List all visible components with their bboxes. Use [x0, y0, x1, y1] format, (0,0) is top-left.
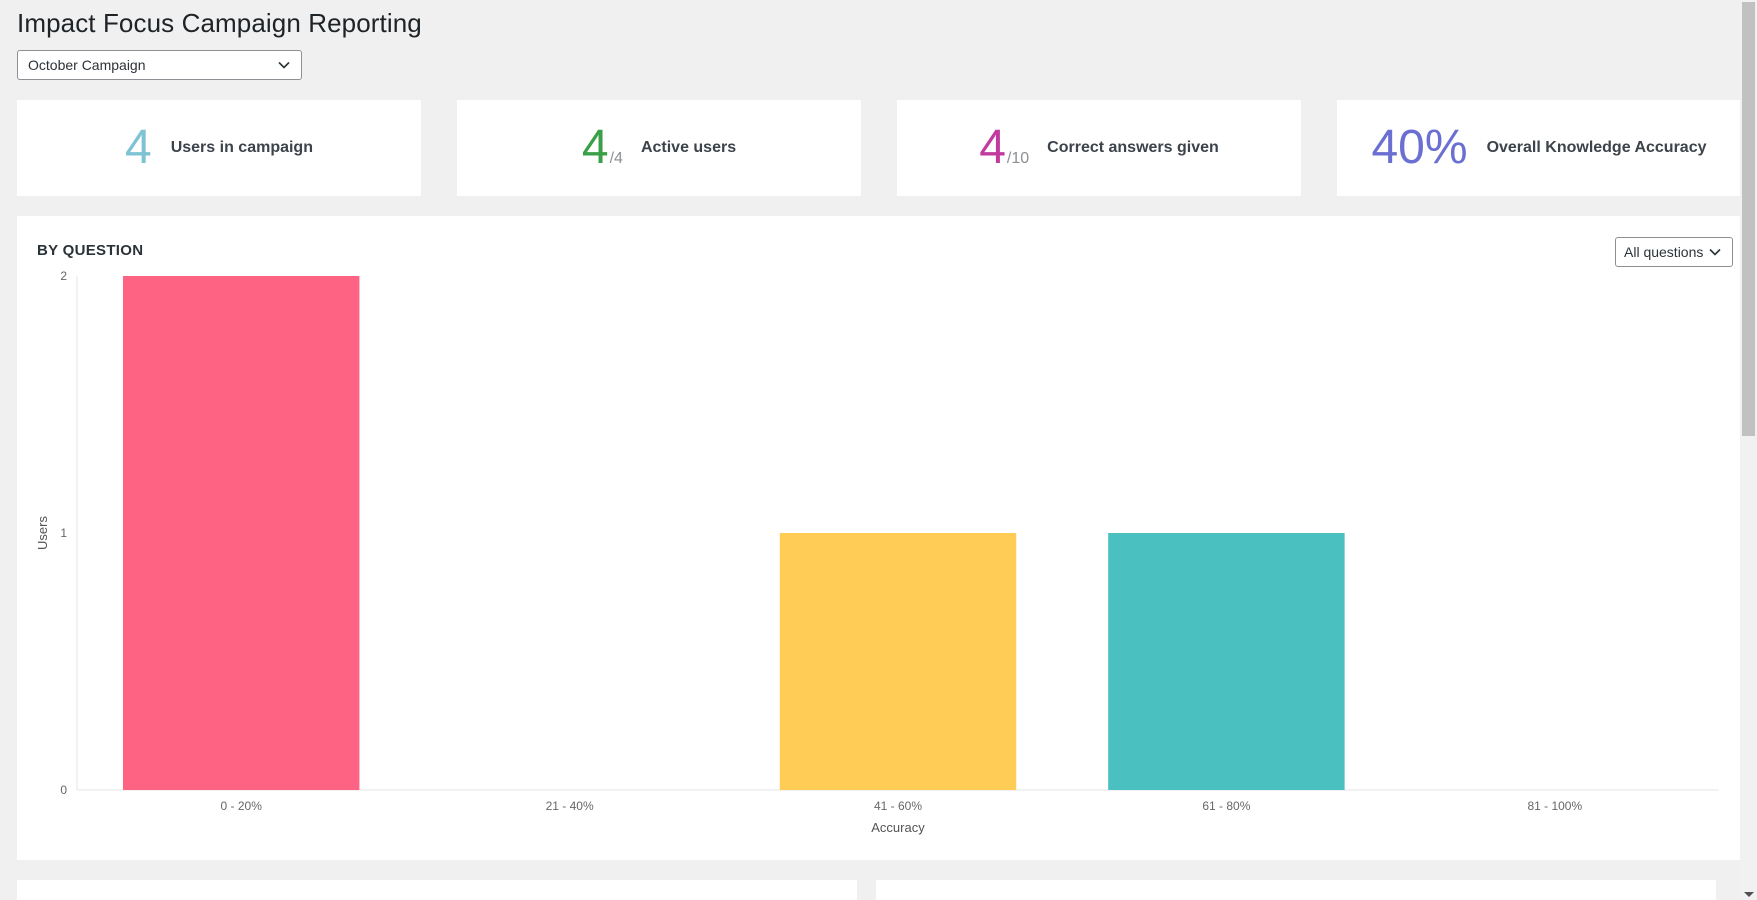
- stat-value: 4: [125, 121, 152, 174]
- stat-label: Correct answers given: [1047, 139, 1219, 156]
- stat-card-active-users: 4 /4 Active users: [457, 100, 861, 196]
- stat-sub: /4: [609, 150, 623, 167]
- stat-value: 4: [581, 121, 609, 174]
- scroll-down-arrow-icon[interactable]: [1744, 892, 1754, 897]
- x-tick-label: 0 - 20%: [221, 799, 263, 813]
- bar: [1108, 533, 1345, 790]
- page-title: Impact Focus Campaign Reporting: [17, 8, 422, 38]
- x-tick-label: 61 - 80%: [1202, 799, 1250, 813]
- stat-value: 4: [979, 121, 1006, 174]
- chevron-down-icon: [278, 61, 290, 69]
- x-axis-label: Accuracy: [871, 820, 925, 835]
- y-tick-label: 1: [60, 526, 67, 540]
- stat-label: Users in campaign: [170, 139, 313, 156]
- stat-card-users: 4 Users in campaign: [17, 100, 421, 196]
- scrollbar-thumb[interactable]: [1742, 2, 1755, 436]
- bottom-panel-right: [876, 880, 1716, 900]
- by-question-panel: BY QUESTION All questions 0120 - 20% 21 -…: [17, 216, 1740, 860]
- campaign-select[interactable]: October Campaign: [17, 50, 302, 80]
- stat-label: Active users: [640, 139, 737, 156]
- page-scrollbar[interactable]: [1740, 0, 1757, 900]
- accuracy-bar-chart: 0 1 2 0 - 20% 21 - 40% 41 - 60% 61 - 80% 81 - 1…: [35, 269, 1719, 835]
- stat-sub: /10: [1006, 150, 1030, 167]
- stat-card-correct-answers: 4 /10 Correct answers given: [897, 100, 1301, 196]
- stat-value: 40%: [1371, 121, 1468, 174]
- campaign-select-value: October Campaign: [28, 57, 146, 73]
- stat-card-accuracy: 40% Overall Knowledge Accuracy: [1337, 100, 1741, 196]
- bottom-panel-left: [17, 880, 857, 900]
- stat-label: Overall Knowledge Accuracy: [1486, 139, 1707, 156]
- x-tick-label: 81 - 100%: [1527, 799, 1582, 813]
- x-tick-label: 41 - 60%: [874, 799, 922, 813]
- bar: [779, 533, 1017, 790]
- y-tick-label: 2: [60, 269, 67, 283]
- y-tick-label: 0: [60, 783, 67, 797]
- x-tick-label: 21 - 40%: [546, 799, 594, 813]
- bar: [122, 276, 360, 790]
- y-axis-label: Users: [35, 516, 50, 550]
